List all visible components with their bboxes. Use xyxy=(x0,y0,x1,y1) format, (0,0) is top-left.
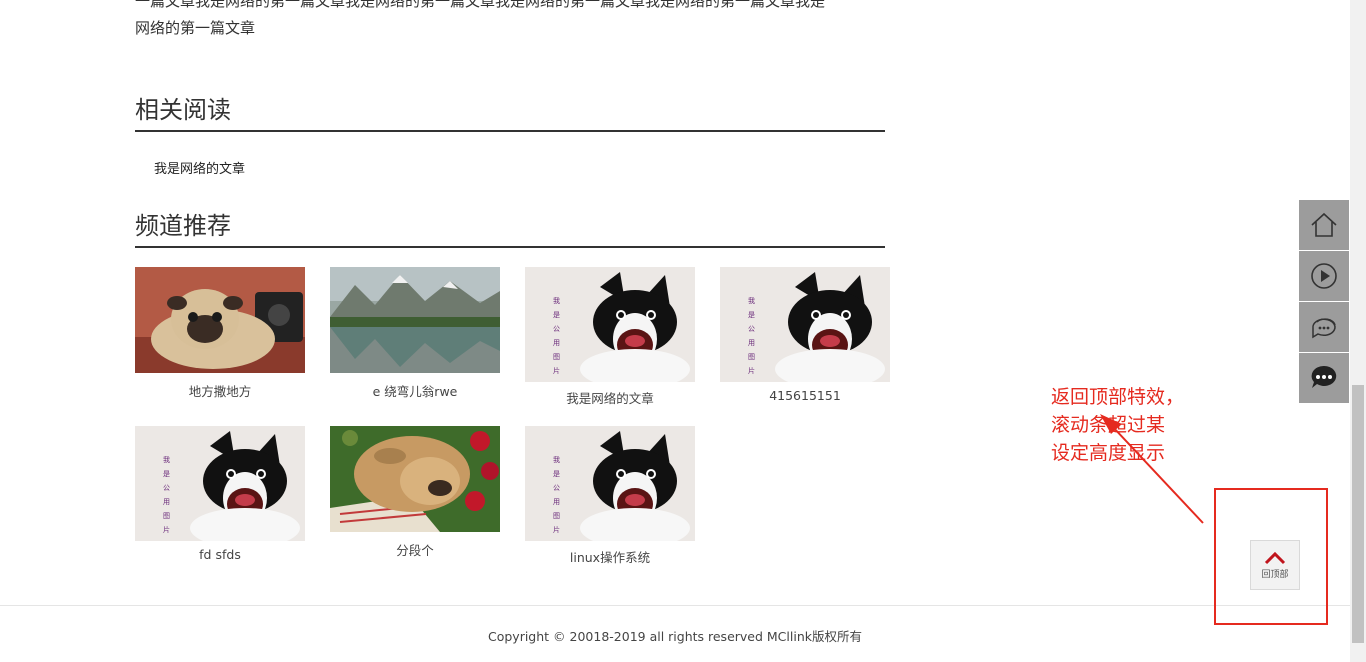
public-text-2: 公 xyxy=(553,484,560,492)
public-text-3: 用 xyxy=(163,498,170,506)
chevron-up-icon xyxy=(1264,551,1286,565)
channel-card[interactable]: e 绕弯儿翁rwe xyxy=(330,267,500,400)
home-button[interactable] xyxy=(1299,200,1349,250)
footer-divider xyxy=(0,605,1350,606)
card-caption[interactable]: linux操作系统 xyxy=(525,547,695,566)
home-icon xyxy=(1311,212,1337,237)
message-button[interactable] xyxy=(1299,353,1349,403)
channel-card[interactable]: 我 是 公 用 图 片 linux操作系统 xyxy=(525,426,695,566)
channel-card[interactable]: 我 是 公 用 图 片 415615151 xyxy=(720,267,890,403)
pug-image[interactable] xyxy=(135,267,305,373)
public-text-5: 片 xyxy=(748,366,755,375)
public-text-2: 公 xyxy=(748,325,755,333)
bulldog-image[interactable] xyxy=(330,426,500,532)
annotation-line3: 设定高度显示 xyxy=(1051,442,1166,464)
public-text-5: 片 xyxy=(163,525,170,534)
related-title: 相关阅读 xyxy=(135,94,885,132)
card-caption[interactable]: 分段个 xyxy=(330,540,500,559)
back-to-top-label: 回顶部 xyxy=(1261,570,1289,580)
public-text-5: 片 xyxy=(553,525,560,534)
article-tail-line1: 一篇文章我是网络的第一篇文章我是网络的第一篇文章我是网络的第一篇文章我是网络的第… xyxy=(135,0,826,10)
public-text-1: 是 xyxy=(553,470,560,478)
annotation-line2: 滚动条超过某 xyxy=(1051,414,1166,436)
public-text-2: 公 xyxy=(553,325,560,333)
public-text-1: 是 xyxy=(748,311,755,319)
card-caption[interactable]: 415615151 xyxy=(720,388,890,403)
channel-card[interactable]: 我 是 公 用 图 片 我是网络的文章 xyxy=(525,267,695,407)
related-item-link[interactable]: 我是网络的文章 xyxy=(154,158,245,177)
scrollbar-thumb[interactable] xyxy=(1352,385,1364,643)
annotation-line1: 返回顶部特效， xyxy=(1051,386,1185,408)
public-text-3: 用 xyxy=(553,339,560,347)
public-text-1: 是 xyxy=(163,470,170,478)
public-text-3: 用 xyxy=(553,498,560,506)
public-text-1: 是 xyxy=(553,311,560,319)
chat-button[interactable] xyxy=(1299,302,1349,352)
vertical-scrollbar[interactable] xyxy=(1350,0,1366,662)
article-tail-line2: 网络的第一篇文章 xyxy=(135,19,256,37)
card-caption[interactable]: e 绕弯儿翁rwe xyxy=(330,381,500,400)
channel-title: 频道推荐 xyxy=(135,210,885,248)
card-caption[interactable]: 我是网络的文章 xyxy=(525,388,695,407)
dog-public-image[interactable]: 我 是 公 用 图 片 xyxy=(525,267,695,382)
annotation-text: 返回顶部特效， 滚动条超过某 设定高度显示 xyxy=(1051,383,1221,467)
public-text-4: 图 xyxy=(553,512,560,520)
public-text-4: 图 xyxy=(553,353,560,361)
card-caption[interactable]: fd sfds xyxy=(135,547,305,562)
card-caption[interactable]: 地方撒地方 xyxy=(135,381,305,400)
public-text-3: 用 xyxy=(748,339,755,347)
public-text-2: 公 xyxy=(163,484,170,492)
play-button[interactable] xyxy=(1299,251,1349,301)
channel-card[interactable]: 分段个 xyxy=(330,426,500,559)
article-tail: 一篇文章我是网络的第一篇文章我是网络的第一篇文章我是网络的第一篇文章我是网络的第… xyxy=(135,0,885,42)
message-icon xyxy=(1311,365,1337,388)
channel-card[interactable]: 地方撒地方 xyxy=(135,267,305,400)
back-to-top-button[interactable]: 回顶部 xyxy=(1250,540,1300,590)
play-icon xyxy=(1311,263,1337,289)
lake-image[interactable] xyxy=(330,267,500,373)
public-text-4: 图 xyxy=(163,512,170,520)
public-text-0: 我 xyxy=(163,455,170,464)
side-toolbar xyxy=(1299,200,1349,404)
public-text-0: 我 xyxy=(553,296,560,305)
public-text-0: 我 xyxy=(748,296,755,305)
public-text-5: 片 xyxy=(553,366,560,375)
dog-public-image[interactable]: 我 是 公 用 图 片 xyxy=(720,267,890,382)
copyright-text: Copyright © 20018-2019 all rights reserv… xyxy=(487,629,862,644)
chat-bubbles-icon xyxy=(1312,318,1336,339)
channel-card[interactable]: 我 是 公 用 图 片 fd sfds xyxy=(135,426,305,562)
dog-public-image[interactable]: 我 是 公 用 图 片 xyxy=(135,426,305,541)
public-text-4: 图 xyxy=(748,353,755,361)
public-text-0: 我 xyxy=(553,455,560,464)
dog-public-image[interactable]: 我 是 公 用 图 片 xyxy=(525,426,695,541)
